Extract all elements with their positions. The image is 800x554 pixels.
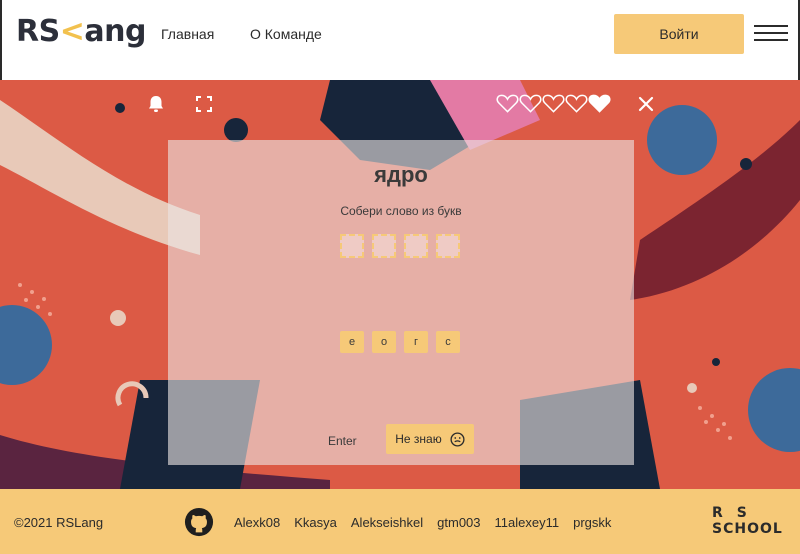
authors-list: Alexk08 Kkasya Alekseishkel gtm003 11ale… <box>234 515 611 530</box>
author-link[interactable]: 11alexey11 <box>495 515 560 530</box>
login-button[interactable]: Войти <box>614 14 744 54</box>
dont-know-button[interactable]: Не знаю <box>386 424 474 454</box>
letter-tile[interactable]: г <box>404 331 428 353</box>
copyright-text: ©2021 RSLang <box>14 515 104 530</box>
nav-link-home[interactable]: Главная <box>161 26 214 42</box>
nav-link-team[interactable]: О Команде <box>250 26 322 42</box>
rs-school-logo[interactable]: RS SCHOOL <box>712 505 788 541</box>
close-icon[interactable] <box>636 94 656 114</box>
answer-slot[interactable] <box>436 234 460 258</box>
heart-icon <box>588 94 611 113</box>
author-link[interactable]: Alekseishkel <box>351 515 423 530</box>
answer-slots <box>340 234 460 258</box>
enter-hint: Enter <box>328 434 357 448</box>
letter-tile[interactable]: е <box>340 331 364 353</box>
answer-slot[interactable] <box>340 234 364 258</box>
author-link[interactable]: Kkasya <box>294 515 337 530</box>
app-logo[interactable]: RS<ang <box>16 14 146 49</box>
target-word: ядро <box>374 162 428 187</box>
game-area: ядро Собери слово из букв е о г с Enter … <box>0 80 800 489</box>
answer-slot[interactable] <box>404 234 428 258</box>
game-card: ядро Собери слово из букв е о г с Enter … <box>168 140 634 465</box>
heart-icon <box>519 94 542 113</box>
heart-icon <box>565 94 588 113</box>
header: RS<ang Главная О Команде Войти <box>0 0 800 80</box>
answer-slot[interactable] <box>372 234 396 258</box>
heart-icon <box>496 94 519 113</box>
author-link[interactable]: prgskk <box>573 515 611 530</box>
heart-icon <box>542 94 565 113</box>
instruction-text: Собери слово из букв <box>340 204 462 218</box>
lives-indicator <box>496 92 611 114</box>
dont-know-label: Не знаю <box>395 432 442 446</box>
letter-tiles: е о г с <box>340 331 460 353</box>
author-link[interactable]: gtm003 <box>437 515 480 530</box>
smile-icon <box>450 431 465 447</box>
bell-icon[interactable] <box>146 94 166 114</box>
footer: ©2021 RSLang Alexk08 Kkasya Alekseishkel… <box>0 489 800 554</box>
menu-burger-icon[interactable] <box>754 22 788 44</box>
letter-tile[interactable]: о <box>372 331 396 353</box>
fullscreen-icon[interactable] <box>194 94 214 114</box>
author-link[interactable]: Alexk08 <box>234 515 280 530</box>
github-icon[interactable] <box>184 507 214 537</box>
letter-tile[interactable]: с <box>436 331 460 353</box>
